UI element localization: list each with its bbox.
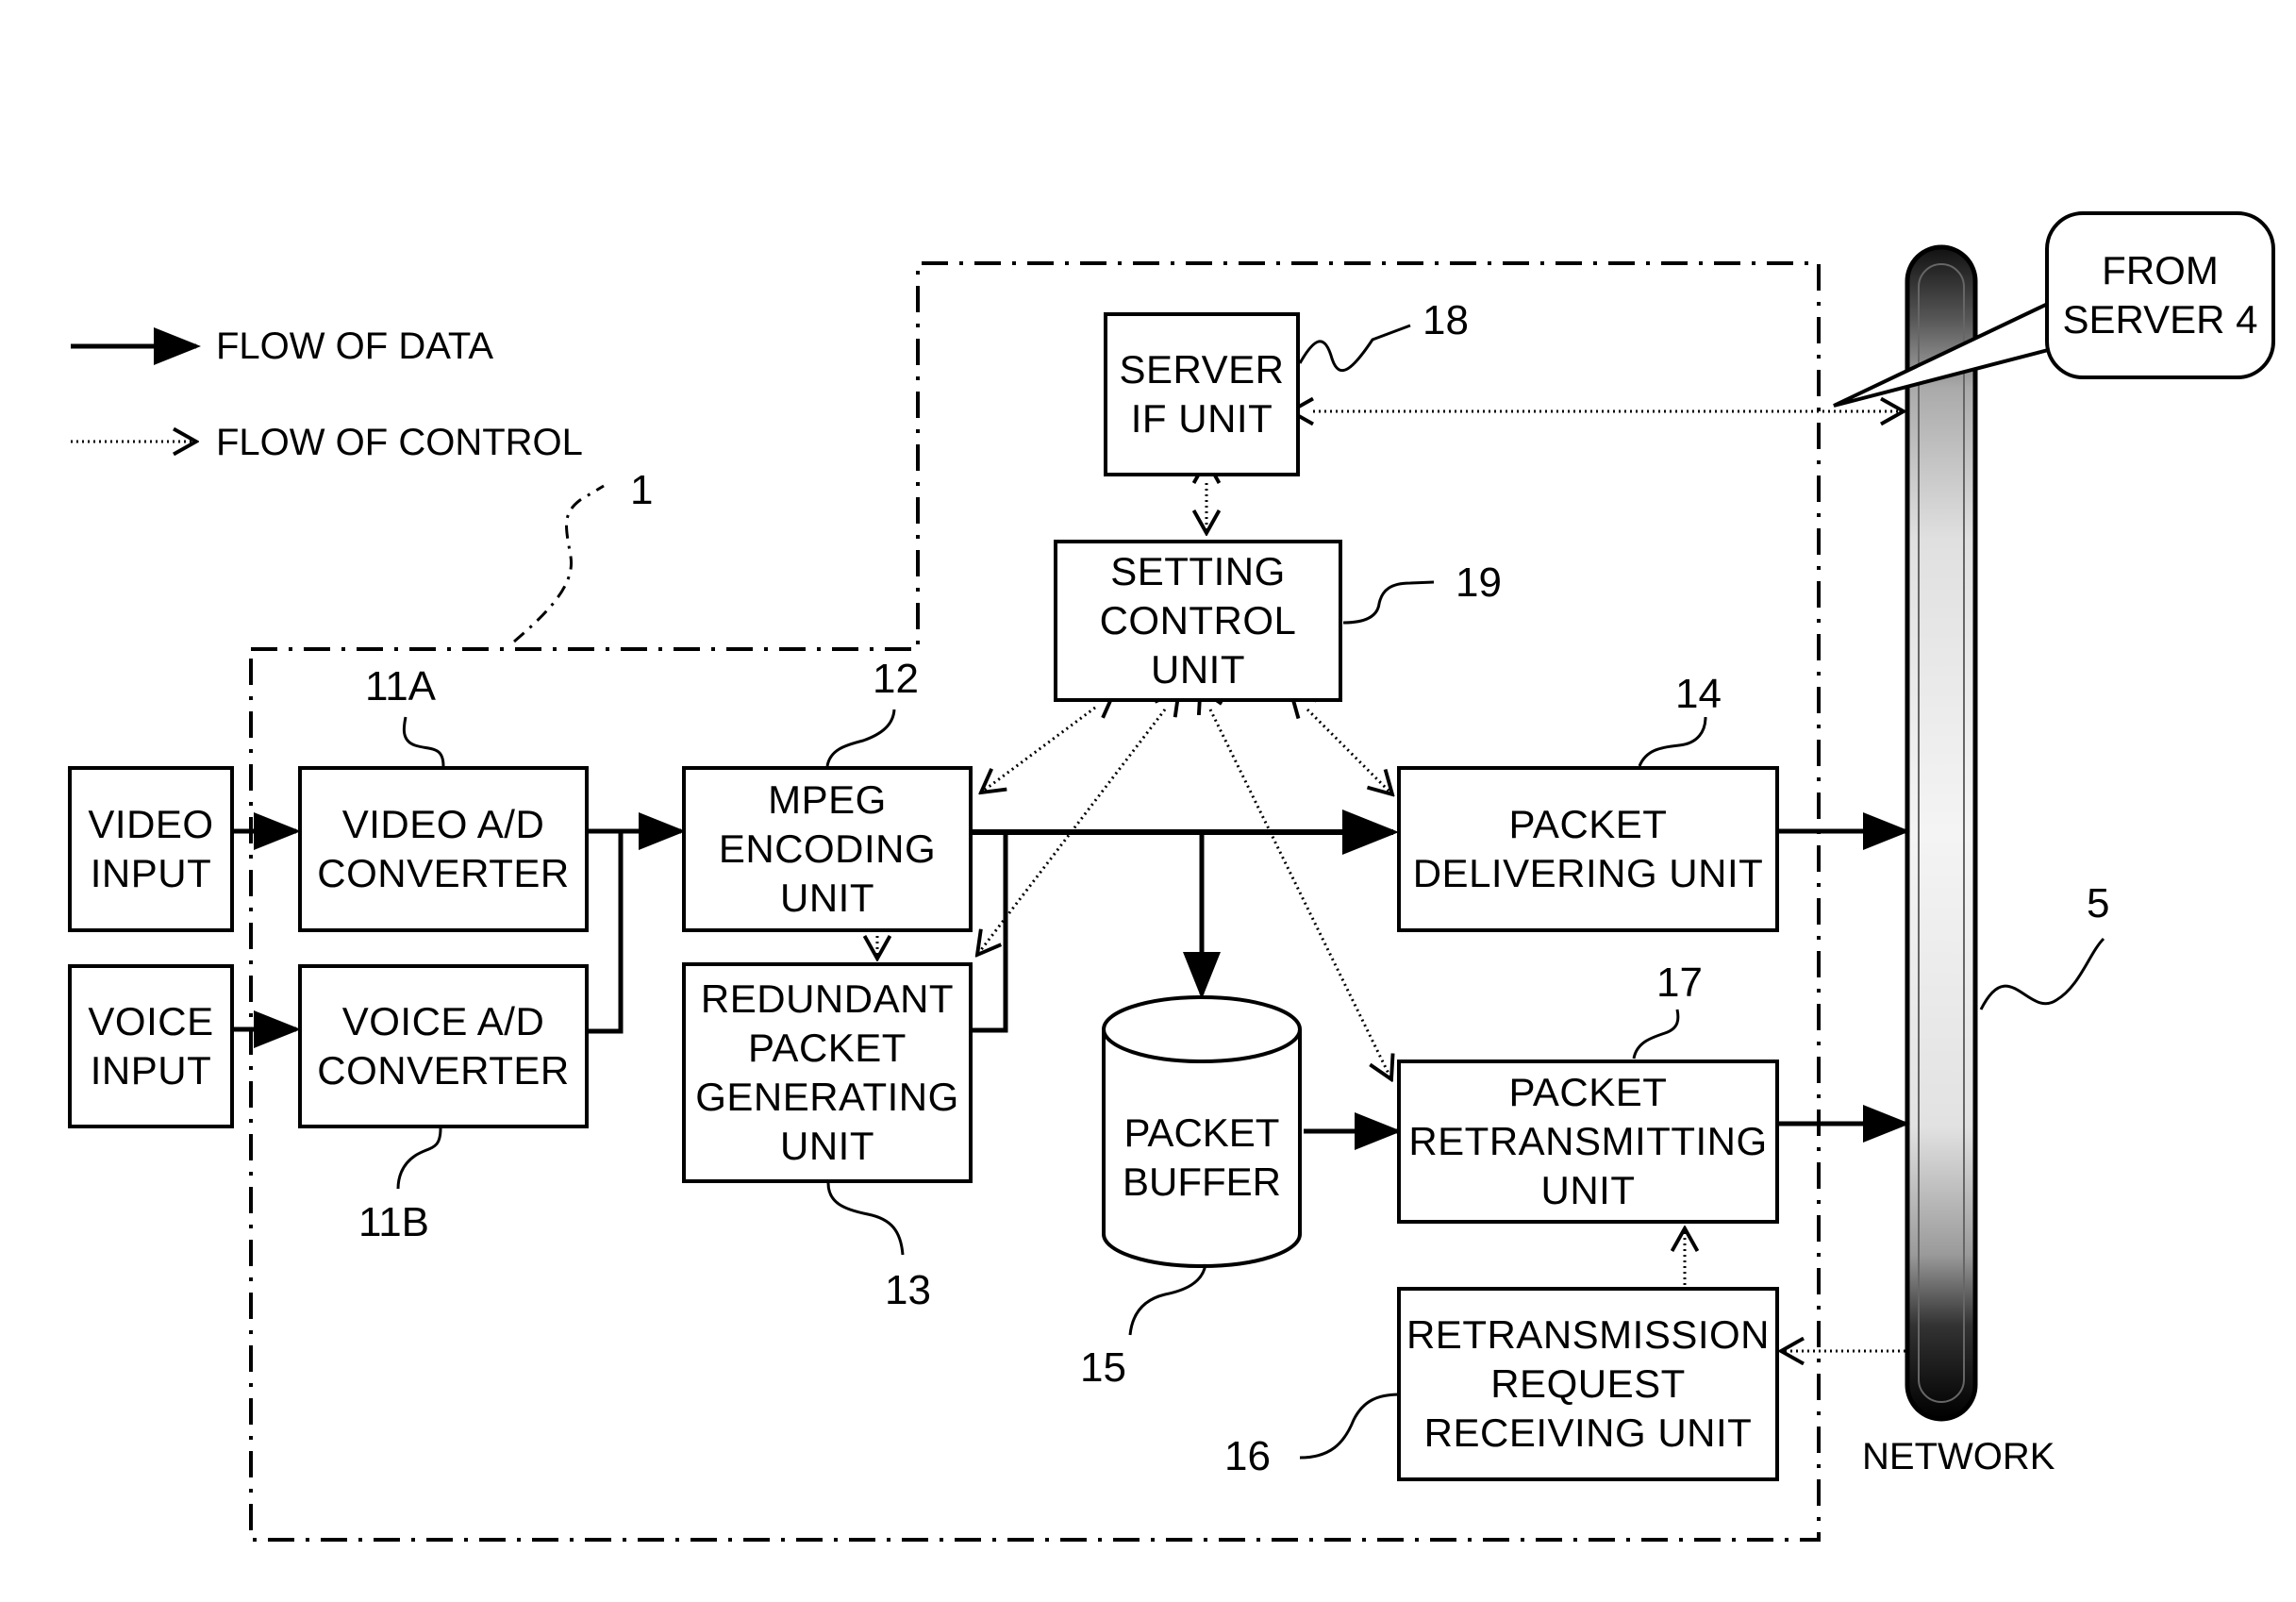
ref-12: 12 bbox=[873, 656, 919, 702]
setting-delivering-control bbox=[1307, 709, 1392, 794]
redundant-packet-unit-block: REDUNDANT PACKET GENERATING UNIT bbox=[682, 962, 973, 1183]
server-if-unit-block: SERVER IF UNIT bbox=[1104, 312, 1300, 476]
retransmission-request-unit-label: RETRANSMISSION REQUEST RECEIVING UNIT bbox=[1406, 1312, 1771, 1455]
ref-leader-11b bbox=[396, 1127, 442, 1190]
voice-input-block: VOICE INPUT bbox=[68, 964, 234, 1128]
ref-13: 13 bbox=[885, 1267, 931, 1313]
from-server-callout-label: FROM SERVER 4 bbox=[2062, 248, 2258, 342]
server-if-unit-label: SERVER IF UNIT bbox=[1119, 347, 1285, 441]
video-ad-converter-block: VIDEO A/D CONVERTER bbox=[298, 766, 589, 932]
ref-leader-11a bbox=[402, 716, 445, 767]
ref-leader-14 bbox=[1638, 716, 1707, 767]
packet-delivering-unit-label: PACKET DELIVERING UNIT bbox=[1412, 802, 1764, 895]
ref-15: 15 bbox=[1080, 1344, 1126, 1391]
ref-leader-12 bbox=[825, 709, 896, 767]
from-server-callout: FROM SERVER 4 bbox=[2045, 211, 2275, 379]
setting-control-unit-label: SETTING CONTROL UNIT bbox=[1099, 549, 1297, 692]
ref-16: 16 bbox=[1224, 1433, 1271, 1479]
redundant-merge bbox=[972, 832, 1008, 1033]
video-ad-converter-label: VIDEO A/D CONVERTER bbox=[317, 802, 570, 895]
packet-buffer-label: PACKET BUFFER bbox=[1123, 1110, 1281, 1204]
ref-leader-16 bbox=[1299, 1393, 1401, 1460]
block-diagram: FLOW OF DATA FLOW OF CONTROL 1 VIDEO INP… bbox=[0, 0, 2296, 1602]
ref-5: 5 bbox=[2087, 880, 2110, 926]
ref-11b: 11B bbox=[358, 1199, 430, 1245]
ref-18: 18 bbox=[1423, 297, 1469, 343]
mpeg-encoding-unit-block: MPEG ENCODING UNIT bbox=[682, 766, 973, 932]
ref-leader-18 bbox=[1298, 324, 1411, 372]
ref-leader-19 bbox=[1342, 580, 1435, 625]
voice-ad-converter-block: VOICE A/D CONVERTER bbox=[298, 964, 589, 1128]
ref-leader-13 bbox=[826, 1182, 905, 1256]
ref-leader-17 bbox=[1632, 1009, 1680, 1060]
network-tube bbox=[1905, 244, 1978, 1422]
video-input-block: VIDEO INPUT bbox=[68, 766, 234, 932]
legend-control-label: FLOW OF CONTROL bbox=[216, 422, 583, 463]
packet-retransmitting-unit-label: PACKET RETRANSMITTING UNIT bbox=[1408, 1070, 1768, 1212]
mpeg-encoding-unit-label: MPEG ENCODING UNIT bbox=[718, 777, 937, 920]
ref-14: 14 bbox=[1675, 671, 1722, 717]
network-label: NETWORK bbox=[1862, 1436, 2055, 1477]
ref-11a: 11A bbox=[365, 663, 437, 709]
setting-mpeg-control bbox=[981, 708, 1095, 793]
packet-delivering-unit-block: PACKET DELIVERING UNIT bbox=[1397, 766, 1779, 932]
ref-leader-15 bbox=[1128, 1263, 1207, 1336]
ref-17: 17 bbox=[1656, 960, 1703, 1006]
voice-input-label: VOICE INPUT bbox=[88, 999, 214, 1093]
device-ref-number: 1 bbox=[630, 467, 654, 513]
packet-retransmitting-unit-block: PACKET RETRANSMITTING UNIT bbox=[1397, 1060, 1779, 1224]
network-ref-leader bbox=[1979, 937, 2105, 1010]
ad-merge bbox=[586, 831, 624, 1034]
ref-19: 19 bbox=[1456, 559, 1502, 606]
retransmission-request-unit-block: RETRANSMISSION REQUEST RECEIVING UNIT bbox=[1397, 1287, 1779, 1481]
legend-data-label: FLOW OF DATA bbox=[216, 325, 494, 367]
setting-control-unit-block: SETTING CONTROL UNIT bbox=[1054, 540, 1342, 702]
device-ref-leader bbox=[513, 484, 605, 643]
voice-ad-converter-label: VOICE A/D CONVERTER bbox=[317, 999, 570, 1093]
redundant-packet-unit-label: REDUNDANT PACKET GENERATING UNIT bbox=[695, 976, 959, 1168]
video-input-label: VIDEO INPUT bbox=[88, 802, 214, 895]
